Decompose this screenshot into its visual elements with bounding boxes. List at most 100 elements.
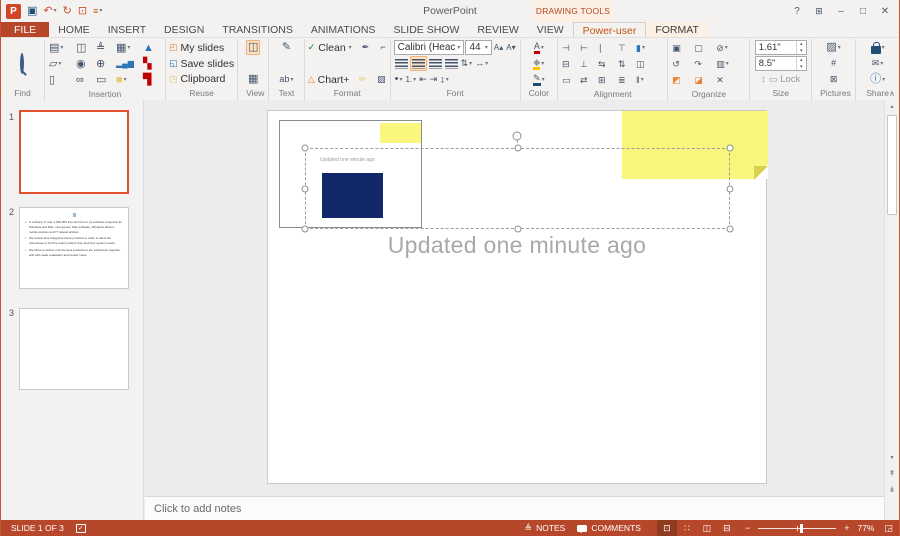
zoom-slider-thumb[interactable]	[800, 524, 803, 533]
distribute-horizontal-button[interactable]: ⇆	[597, 57, 617, 72]
slideshow-view-button[interactable]: ⊟	[717, 520, 737, 536]
chart-plus-button[interactable]: △Chart+	[308, 72, 350, 88]
start-slideshow-button[interactable]: ⊡	[78, 6, 87, 17]
insert-link-button[interactable]: ∞	[75, 73, 95, 88]
grid-align-button[interactable]: ⊞	[597, 73, 617, 88]
new-slide-button[interactable]: ▤▾	[48, 41, 75, 56]
tab-home[interactable]: HOME	[49, 22, 99, 37]
numbering-button[interactable]: 1.▾	[405, 72, 418, 87]
clipboard-button[interactable]: ◳Clipboard	[169, 71, 234, 87]
width-spinner[interactable]: 1.61" ▴▾	[755, 40, 807, 55]
picture-tools-button[interactable]: ▨▾	[825, 40, 841, 55]
arrange-objects-button[interactable]: ≣	[617, 73, 635, 88]
slide-thumbnail-3[interactable]	[19, 308, 129, 390]
align-left-button[interactable]	[394, 56, 409, 71]
info-button[interactable]: ⓘ▾	[869, 72, 886, 87]
align-center-button[interactable]	[410, 56, 427, 71]
crop-picture-button[interactable]: #	[830, 56, 837, 71]
view-grid-button[interactable]: ▦	[247, 72, 259, 87]
swap-objects-button[interactable]: ⇄	[579, 73, 597, 88]
tab-review[interactable]: REVIEW	[468, 22, 527, 37]
eyedropper-button[interactable]: ✒	[361, 40, 371, 55]
fit-to-window-button[interactable]: ◲	[884, 524, 893, 533]
powerpoint-logo-icon[interactable]: P	[6, 4, 21, 19]
combo-chart-button[interactable]: ▚	[142, 57, 162, 72]
zoom-in-button[interactable]: +	[844, 524, 849, 533]
align-objects-left-button[interactable]: ⊣	[561, 41, 579, 56]
resize-handle-top-left[interactable]	[302, 145, 309, 152]
normal-view-button[interactable]: ⊡	[657, 520, 677, 536]
tab-file[interactable]: FILE	[1, 22, 49, 37]
scroll-up-button[interactable]: ▴	[885, 100, 899, 113]
minimize-button[interactable]: –	[831, 2, 851, 20]
delete-shapes-button[interactable]: ✕	[715, 73, 743, 88]
my-slides-button[interactable]: ◰My slides	[169, 40, 234, 56]
selection-pane-button[interactable]: ▥▾	[715, 57, 743, 72]
sticky-note-button[interactable]: ■▾	[115, 73, 142, 88]
dock-objects-button[interactable]: ▮▾	[635, 41, 663, 56]
compare-button[interactable]: ≜	[95, 41, 115, 56]
tab-design[interactable]: DESIGN	[155, 22, 213, 37]
slide-canvas[interactable]: Updated one minute ago	[267, 110, 767, 484]
increase-font-button[interactable]: A▴	[493, 40, 504, 55]
autofit-button[interactable]: ↨▾	[439, 72, 450, 87]
rotation-handle[interactable]	[513, 132, 522, 141]
decrease-indent-button[interactable]: ⇤	[418, 72, 428, 87]
change-case-button[interactable]: ab▾	[278, 72, 294, 87]
insert-table-button[interactable]: ▦▾	[115, 41, 142, 56]
save-button[interactable]: ▣	[27, 6, 37, 17]
comments-toggle[interactable]: COMMENTS	[577, 523, 641, 533]
spellcheck-icon[interactable]: ✓	[76, 524, 86, 533]
tab-insert[interactable]: INSERT	[99, 22, 155, 37]
compress-picture-button[interactable]: ⊠	[829, 72, 839, 87]
selection-bounding-box[interactable]	[305, 148, 730, 229]
next-slide-button[interactable]: ↡	[885, 483, 899, 496]
collapse-ribbon-button[interactable]: ∧	[889, 89, 895, 98]
vertical-scrollbar[interactable]: ▴ ▾ ↟ ↡	[884, 100, 899, 520]
tab-animations[interactable]: ANIMATIONS	[302, 22, 385, 37]
bring-forward-button[interactable]: ◩	[671, 73, 693, 88]
find-button[interactable]	[16, 55, 28, 73]
screenshot-button[interactable]: ◉	[75, 57, 95, 72]
view-layout-button[interactable]: ◫	[246, 40, 260, 55]
step-down-icon[interactable]: ▾	[797, 64, 806, 71]
tab-view[interactable]: VIEW	[528, 22, 573, 37]
resize-handle-middle-left[interactable]	[302, 186, 309, 193]
slide-thumbnail-2[interactable]: is a library of over 1,000,000 free and …	[19, 207, 129, 289]
snap-objects-button[interactable]: ◫	[635, 57, 663, 72]
resize-handle-top-right[interactable]	[727, 145, 734, 152]
align-objects-top-button[interactable]: ⊤	[617, 41, 635, 56]
protect-button[interactable]: ▾	[870, 40, 886, 55]
slide-sorter-view-button[interactable]: ∷	[677, 520, 697, 536]
send-backward-button[interactable]: ◪	[693, 73, 715, 88]
decrease-font-button[interactable]: A▾	[505, 40, 516, 55]
edit-text-button[interactable]: ✎	[281, 40, 292, 55]
insert-comment-button[interactable]: ▭	[95, 73, 115, 88]
clean-button[interactable]: ✓Clean▾	[308, 40, 352, 56]
resize-handle-middle-right[interactable]	[727, 186, 734, 193]
close-button[interactable]: ✕	[875, 2, 895, 20]
help-button[interactable]: ?	[787, 2, 807, 20]
align-objects-bottom-button[interactable]: ⊥	[579, 57, 597, 72]
text-distribute-button[interactable]: ↔▾	[474, 56, 489, 71]
font-family-combo[interactable]: Calibri (Heac▾	[394, 40, 465, 55]
updated-text[interactable]: Updated one minute ago	[268, 232, 766, 259]
insert-callout-button[interactable]: ▱▾	[48, 57, 75, 72]
customize-qat-button[interactable]: ≡▾	[93, 7, 102, 16]
scroll-down-button[interactable]: ▾	[885, 451, 899, 464]
align-right-button[interactable]	[428, 56, 443, 71]
notes-toggle[interactable]: ≜ NOTES	[525, 523, 566, 533]
align-to-slide-button[interactable]: ▭	[561, 73, 579, 88]
previous-slide-button[interactable]: ↟	[885, 467, 899, 480]
insert-textbox-button[interactable]: ▯	[48, 73, 75, 88]
zoom-level[interactable]: 77%	[857, 523, 874, 533]
ungroup-shapes-button[interactable]: ▢	[693, 41, 715, 56]
zoom-out-button[interactable]: −	[745, 524, 750, 533]
reading-view-button[interactable]: ◫	[697, 520, 717, 536]
zoom-slider[interactable]	[758, 528, 836, 529]
undo-button[interactable]: ↶▾	[43, 6, 56, 17]
corner-format-button[interactable]: ⌐	[379, 40, 386, 55]
distribute-vertical-button[interactable]: ⇅	[617, 57, 635, 72]
insert-map-button[interactable]: ⊕	[95, 57, 115, 72]
slide-thumbnail-1[interactable]	[19, 110, 129, 194]
